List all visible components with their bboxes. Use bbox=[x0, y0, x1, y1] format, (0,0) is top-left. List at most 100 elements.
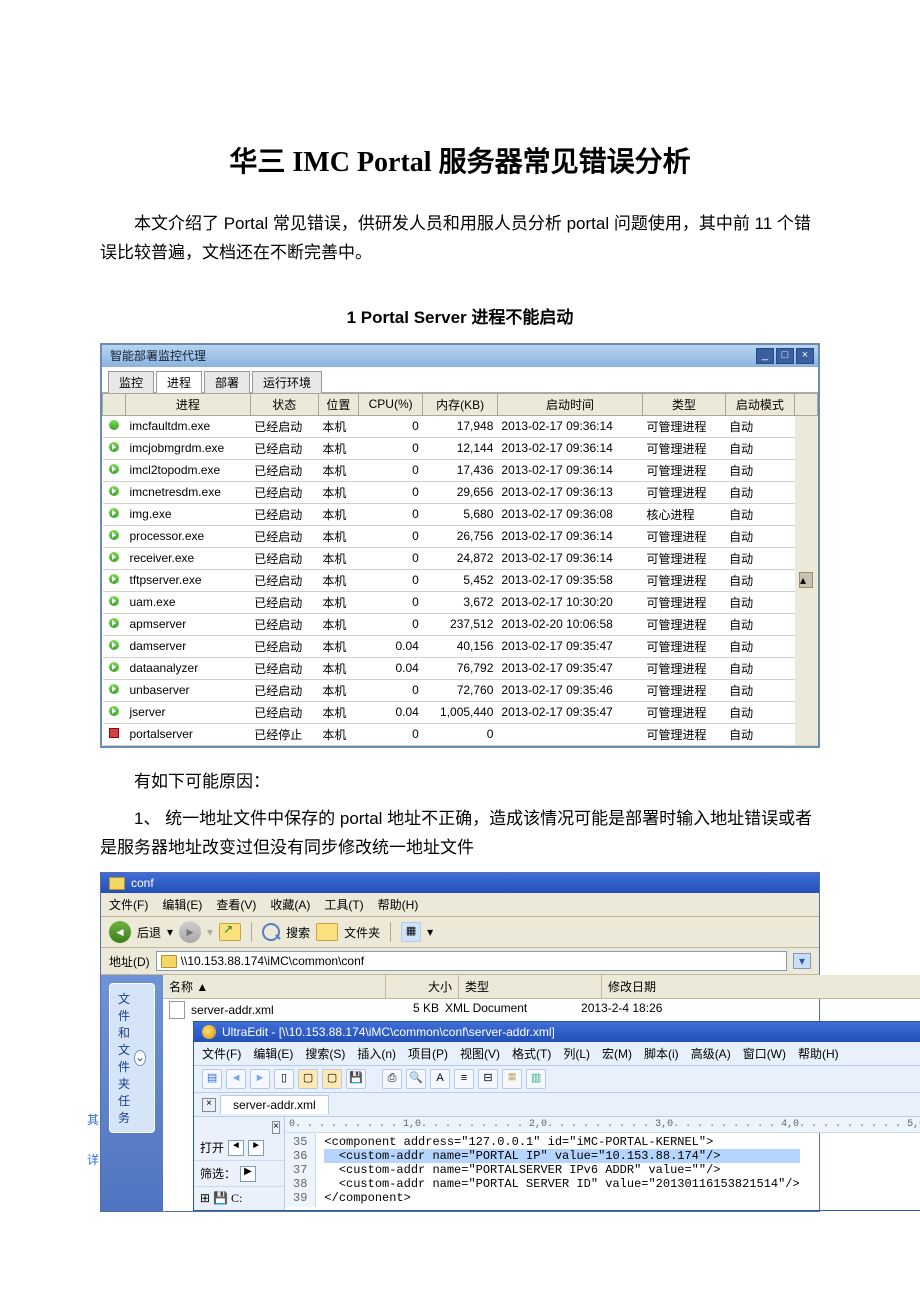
ue-menu-script[interactable]: 脚本(i) bbox=[644, 1045, 679, 1062]
address-box[interactable]: \\10.153.88.174\iMC\common\conf bbox=[156, 951, 787, 971]
col-mode[interactable]: 启动模式 bbox=[725, 393, 794, 415]
table-row[interactable]: damserver已经启动本机0.0440,1562013-02-17 09:3… bbox=[103, 635, 818, 657]
tool-preview-icon[interactable]: 🔍 bbox=[406, 1069, 426, 1089]
col-state[interactable]: 状态 bbox=[250, 393, 318, 415]
view-drop-icon[interactable]: ▾ bbox=[427, 925, 433, 939]
ue-menu-window[interactable]: 窗口(W) bbox=[743, 1045, 786, 1062]
cell-location: 本机 bbox=[318, 723, 358, 745]
col-size[interactable]: 大小 bbox=[386, 975, 459, 998]
cell-cpu: 0 bbox=[358, 569, 422, 591]
ue-menu-search[interactable]: 搜索(S) bbox=[305, 1045, 345, 1062]
folders-label[interactable]: 文件夹 bbox=[344, 924, 380, 941]
menu-help[interactable]: 帮助(H) bbox=[378, 896, 419, 913]
menu-edit[interactable]: 编辑(E) bbox=[162, 896, 202, 913]
table-row[interactable]: jserver已经启动本机0.041,005,4402013-02-17 09:… bbox=[103, 701, 818, 723]
back-label[interactable]: 后退 bbox=[137, 924, 161, 941]
table-row[interactable]: tftpserver.exe已经启动本机05,4522013-02-17 09:… bbox=[103, 569, 818, 591]
ue-file-tab[interactable]: server-addr.xml bbox=[220, 1095, 329, 1114]
folders-icon[interactable] bbox=[316, 923, 338, 941]
scrollbar[interactable] bbox=[795, 393, 818, 415]
table-row[interactable]: apmserver已经启动本机0237,5122013-02-20 10:06:… bbox=[103, 613, 818, 635]
ue-menu-adv[interactable]: 高级(A) bbox=[691, 1045, 731, 1062]
col-type[interactable]: 类型 bbox=[459, 975, 602, 998]
search-label[interactable]: 搜索 bbox=[286, 924, 310, 941]
ue-menu-view[interactable]: 视图(V) bbox=[460, 1045, 500, 1062]
ue-close-panel-icon[interactable]: × bbox=[202, 1098, 216, 1112]
tool-col-icon[interactable]: ▥ bbox=[526, 1069, 546, 1089]
fwd-drop-icon[interactable]: ▾ bbox=[207, 925, 213, 939]
ue-code-area[interactable]: 3536373839 <component address="127.0.0.1… bbox=[285, 1133, 920, 1207]
cause-1: 1、 统一地址文件中保存的 portal 地址不正确，造成该情况可能是部署时输入… bbox=[100, 805, 820, 863]
tool-list-icon[interactable]: ≡ bbox=[454, 1069, 474, 1089]
ue-menu-file[interactable]: 文件(F) bbox=[202, 1045, 241, 1062]
ue-code-text[interactable]: <component address="127.0.0.1" id="iMC-P… bbox=[316, 1133, 807, 1207]
tab-deploy[interactable]: 部署 bbox=[204, 371, 250, 393]
ue-open-next-icon[interactable]: ► bbox=[248, 1140, 264, 1156]
address-dropdown-icon[interactable]: ▾ bbox=[793, 953, 811, 969]
ue-tree[interactable]: ⊞ 💾 C: bbox=[194, 1187, 284, 1210]
tool-a-icon[interactable]: A bbox=[430, 1069, 450, 1089]
file-row[interactable]: server-addr.xml 5 KB XML Document 2013-2… bbox=[163, 999, 920, 1021]
ue-side-close-icon[interactable]: × bbox=[272, 1121, 280, 1134]
table-row[interactable]: imcfaultdm.exe已经启动本机017,9482013-02-17 09… bbox=[103, 415, 818, 437]
table-row[interactable]: processor.exe已经启动本机026,7562013-02-17 09:… bbox=[103, 525, 818, 547]
menu-tools[interactable]: 工具(T) bbox=[324, 896, 363, 913]
col-location[interactable]: 位置 bbox=[318, 393, 358, 415]
ue-menu-insert[interactable]: 插入(n) bbox=[357, 1045, 396, 1062]
menu-view[interactable]: 查看(V) bbox=[216, 896, 256, 913]
col-type[interactable]: 类型 bbox=[643, 393, 726, 415]
table-row[interactable]: dataanalyzer已经启动本机0.0476,7922013-02-17 0… bbox=[103, 657, 818, 679]
tool-new-icon[interactable]: ▤ bbox=[202, 1069, 222, 1089]
ue-open-prev-icon[interactable]: ◄ bbox=[228, 1140, 244, 1156]
tool-save-icon[interactable]: 💾 bbox=[346, 1069, 366, 1089]
ue-menu-format[interactable]: 格式(T) bbox=[512, 1045, 551, 1062]
table-row[interactable]: img.exe已经启动本机05,6802013-02-17 09:36:08核心… bbox=[103, 503, 818, 525]
menu-file[interactable]: 文件(F) bbox=[109, 896, 148, 913]
tab-process[interactable]: 进程 bbox=[156, 371, 202, 393]
col-memory[interactable]: 内存(KB) bbox=[423, 393, 498, 415]
table-row[interactable]: imcjobmgrdm.exe已经启动本机012,1442013-02-17 0… bbox=[103, 437, 818, 459]
col-name[interactable]: 名称 ▲ bbox=[163, 975, 386, 998]
col-process[interactable]: 进程 bbox=[126, 393, 251, 415]
tool-open-icon[interactable]: ▢ bbox=[298, 1069, 318, 1089]
ue-menu-col[interactable]: 列(L) bbox=[563, 1045, 590, 1062]
tool-prev-icon[interactable]: ◄ bbox=[226, 1069, 246, 1089]
tool-print-icon[interactable]: ⎙ bbox=[382, 1069, 402, 1089]
ue-menu-edit[interactable]: 编辑(E) bbox=[253, 1045, 293, 1062]
maximize-button[interactable]: □ bbox=[776, 348, 794, 364]
tool-doc-icon[interactable]: ▯ bbox=[274, 1069, 294, 1089]
table-row[interactable]: uam.exe已经启动本机03,6722013-02-17 10:30:20可管… bbox=[103, 591, 818, 613]
tasks-panel[interactable]: 文件和文件夹任务 ⌄ bbox=[109, 983, 155, 1133]
table-row[interactable]: imcnetresdm.exe已经启动本机029,6562013-02-17 0… bbox=[103, 481, 818, 503]
table-row[interactable]: portalserver已经停止本机00可管理进程自动 bbox=[103, 723, 818, 745]
back-button[interactable]: ◄ bbox=[109, 921, 131, 943]
scrollbar-track[interactable]: ▴ bbox=[795, 415, 818, 745]
table-row[interactable]: receiver.exe已经启动本机024,8722013-02-17 09:3… bbox=[103, 547, 818, 569]
tool-next-icon[interactable]: ► bbox=[250, 1069, 270, 1089]
forward-button[interactable]: ► bbox=[179, 921, 201, 943]
view-button[interactable]: ▦ bbox=[401, 922, 421, 942]
ue-drive-c[interactable]: C: bbox=[231, 1191, 242, 1205]
table-row[interactable]: unbaserver已经启动本机072,7602013-02-17 09:35:… bbox=[103, 679, 818, 701]
chevron-down-icon[interactable]: ⌄ bbox=[134, 1050, 146, 1066]
ue-menu-macro[interactable]: 宏(M) bbox=[602, 1045, 632, 1062]
tool-close-icon[interactable]: ▢ bbox=[322, 1069, 342, 1089]
search-icon[interactable] bbox=[262, 923, 280, 941]
col-starttime[interactable]: 启动时间 bbox=[497, 393, 642, 415]
col-icon[interactable] bbox=[103, 393, 126, 415]
tab-monitor[interactable]: 监控 bbox=[108, 371, 154, 393]
ue-filter-go-icon[interactable]: ▶ bbox=[240, 1166, 256, 1182]
close-button[interactable]: × bbox=[796, 348, 814, 364]
menu-fav[interactable]: 收藏(A) bbox=[270, 896, 310, 913]
table-row[interactable]: imcl2topodm.exe已经启动本机017,4362013-02-17 0… bbox=[103, 459, 818, 481]
back-drop-icon[interactable]: ▾ bbox=[167, 925, 173, 939]
minimize-button[interactable]: _ bbox=[756, 348, 774, 364]
ue-menu-help[interactable]: 帮助(H) bbox=[798, 1045, 839, 1062]
tab-runtime[interactable]: 运行环境 bbox=[252, 371, 322, 393]
up-folder-icon[interactable]: ↗ bbox=[219, 923, 241, 941]
tool-tree-icon[interactable]: ⊟ bbox=[478, 1069, 498, 1089]
ue-menu-project[interactable]: 项目(P) bbox=[408, 1045, 448, 1062]
col-cpu[interactable]: CPU(%) bbox=[358, 393, 422, 415]
col-date[interactable]: 修改日期 bbox=[602, 975, 920, 998]
tool-hex-icon[interactable]: 𝄜 bbox=[502, 1069, 522, 1089]
